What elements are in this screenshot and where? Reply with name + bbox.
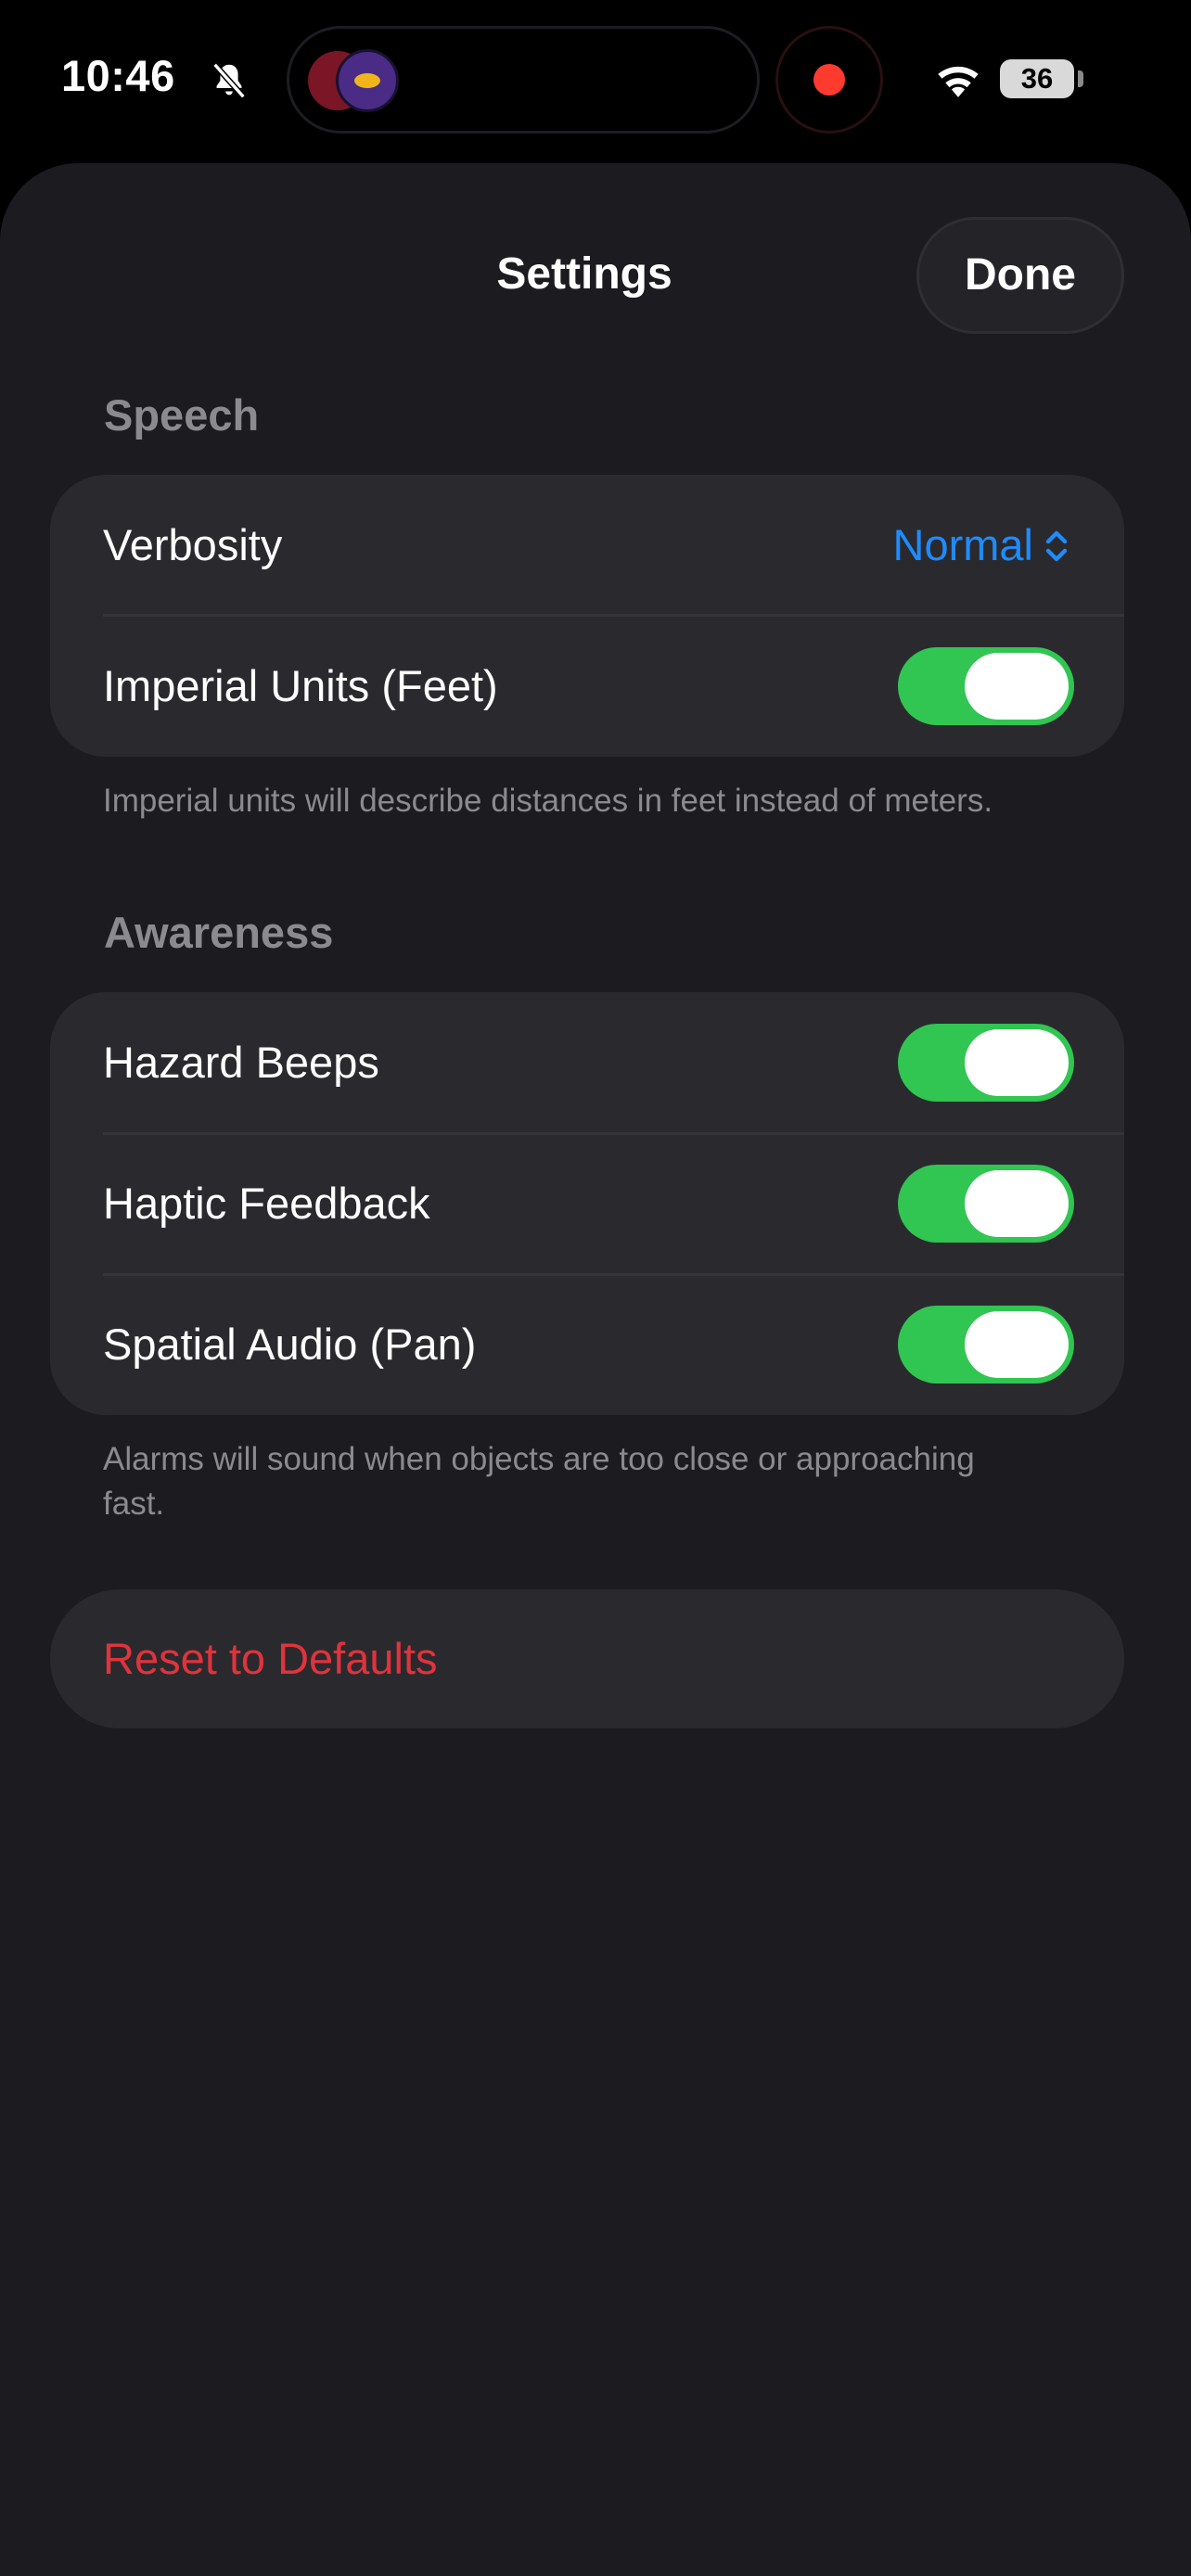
reset-to-defaults-button[interactable]: Reset to Defaults	[50, 1589, 1124, 1728]
battery-icon: 36	[1000, 59, 1074, 98]
done-button[interactable]: Done	[916, 217, 1124, 334]
spatial-audio-row: Spatial Audio (Pan)	[50, 1274, 1124, 1415]
section-header-awareness: Awareness	[104, 908, 334, 957]
bell-slash-icon	[212, 62, 246, 99]
haptic-feedback-row: Haptic Feedback	[50, 1133, 1124, 1274]
haptic-feedback-label: Haptic Feedback	[103, 1179, 430, 1228]
chevron-up-down-icon	[1045, 530, 1068, 561]
imperial-units-row: Imperial Units (Feet)	[50, 616, 1124, 757]
toggle-knob	[965, 1170, 1069, 1237]
toggle-knob	[965, 1029, 1069, 1096]
battery-cap	[1078, 70, 1083, 87]
hazard-beeps-row: Hazard Beeps	[50, 992, 1124, 1133]
verbosity-label: Verbosity	[103, 520, 283, 569]
imperial-units-toggle[interactable]	[898, 647, 1074, 725]
awareness-card: Hazard Beeps Haptic Feedback Spatial Aud…	[50, 992, 1124, 1415]
status-bar: 10:46 36	[0, 0, 1191, 158]
app-icon	[336, 49, 399, 112]
reset-to-defaults-label: Reset to Defaults	[103, 1634, 438, 1683]
settings-sheet: Settings Done Speech Verbosity Normal Im…	[0, 163, 1191, 2576]
awareness-footer: Alarms will sound when objects are too c…	[103, 1441, 975, 1522]
section-header-speech: Speech	[104, 390, 260, 440]
wifi-icon	[938, 66, 979, 97]
recording-indicator[interactable]	[775, 26, 883, 134]
speech-card: Verbosity Normal Imperial Units (Feet)	[50, 475, 1124, 757]
speech-footer: Imperial units will describe distances i…	[103, 783, 993, 819]
verbosity-row[interactable]: Verbosity Normal	[50, 475, 1124, 616]
verbosity-picker[interactable]: Normal	[893, 475, 1069, 616]
verbosity-value: Normal	[892, 520, 1033, 569]
toggle-knob	[965, 1311, 1069, 1378]
imperial-units-label: Imperial Units (Feet)	[103, 661, 498, 710]
dynamic-island[interactable]	[287, 26, 760, 134]
spatial-audio-label: Spatial Audio (Pan)	[103, 1320, 477, 1369]
status-time: 10:46	[61, 51, 175, 100]
haptic-feedback-toggle[interactable]	[898, 1165, 1074, 1243]
hazard-beeps-toggle[interactable]	[898, 1024, 1074, 1102]
toggle-knob	[965, 653, 1069, 720]
hazard-beeps-label: Hazard Beeps	[103, 1038, 379, 1087]
spatial-audio-toggle[interactable]	[898, 1306, 1074, 1384]
